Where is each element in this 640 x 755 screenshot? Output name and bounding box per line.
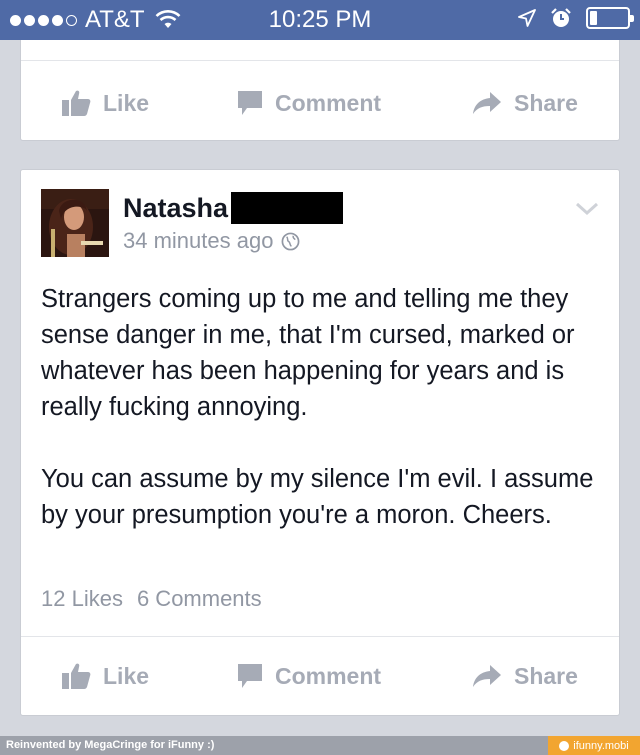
like-button[interactable]: Like: [61, 646, 149, 706]
redaction-bar: [231, 192, 344, 224]
post-timestamp[interactable]: 34 minutes ago: [123, 228, 273, 254]
thumbs-up-icon: [62, 663, 91, 689]
previous-post-action-bar: Like Comment Share: [21, 73, 621, 133]
previous-post-card: Like Comment Share: [20, 40, 620, 141]
status-bar: AT&T 10:25 PM: [0, 0, 640, 40]
engagement-counts: 12 Likes 6 Comments: [41, 586, 262, 612]
comment-button[interactable]: Comment: [237, 646, 381, 706]
share-button[interactable]: Share: [472, 73, 578, 133]
share-button[interactable]: Share: [472, 646, 578, 706]
smiley-icon: [559, 740, 570, 751]
post-card: Natasha 34 minutes ago Strangers coming …: [20, 169, 620, 716]
share-arrow-icon: [473, 665, 501, 687]
divider: [21, 636, 619, 637]
battery-fill: [590, 11, 598, 25]
status-right: [518, 7, 634, 29]
share-arrow-icon: [473, 92, 501, 114]
comment-bubble-icon: [238, 91, 262, 115]
author-name-text: Natasha: [123, 192, 229, 223]
likes-count[interactable]: 12 Likes: [41, 586, 123, 611]
comment-label: Comment: [275, 89, 382, 116]
comment-label: Comment: [275, 662, 382, 689]
share-label: Share: [514, 662, 578, 689]
share-label: Share: [514, 89, 578, 116]
divider: [21, 60, 619, 61]
battery-icon: [586, 7, 634, 29]
comment-bubble-icon: [238, 664, 262, 688]
avatar-image: [41, 189, 109, 257]
post-meta: 34 minutes ago: [123, 228, 300, 254]
globe-icon: [282, 232, 300, 250]
author-name[interactable]: Natasha: [123, 192, 344, 224]
location-arrow-icon: [518, 9, 536, 27]
brand-badge: ifunny.mobi: [548, 736, 640, 755]
chevron-down-icon[interactable]: [575, 202, 599, 216]
alarm-clock-icon: [551, 8, 571, 27]
comments-count[interactable]: 6 Comments: [137, 586, 262, 611]
watermark-footer: Reinvented by MegaCringe for iFunny :) i…: [0, 736, 640, 755]
footer-credit: Reinvented by MegaCringe for iFunny :): [6, 739, 215, 751]
post-body: Strangers coming up to me and telling me…: [41, 281, 606, 533]
post-paragraph: You can assume by my silence I'm evil. I…: [41, 465, 594, 529]
comment-button[interactable]: Comment: [237, 73, 381, 133]
post-paragraph: Strangers coming up to me and telling me…: [41, 285, 575, 421]
author-avatar[interactable]: [41, 189, 109, 257]
post-action-bar: Like Comment Share: [21, 646, 621, 706]
like-label: Like: [103, 662, 150, 689]
brand-name: ifunny.mobi: [573, 739, 629, 752]
thumbs-up-icon: [62, 90, 91, 116]
like-label: Like: [103, 89, 150, 116]
battery-nub: [630, 15, 634, 22]
like-button[interactable]: Like: [61, 73, 149, 133]
